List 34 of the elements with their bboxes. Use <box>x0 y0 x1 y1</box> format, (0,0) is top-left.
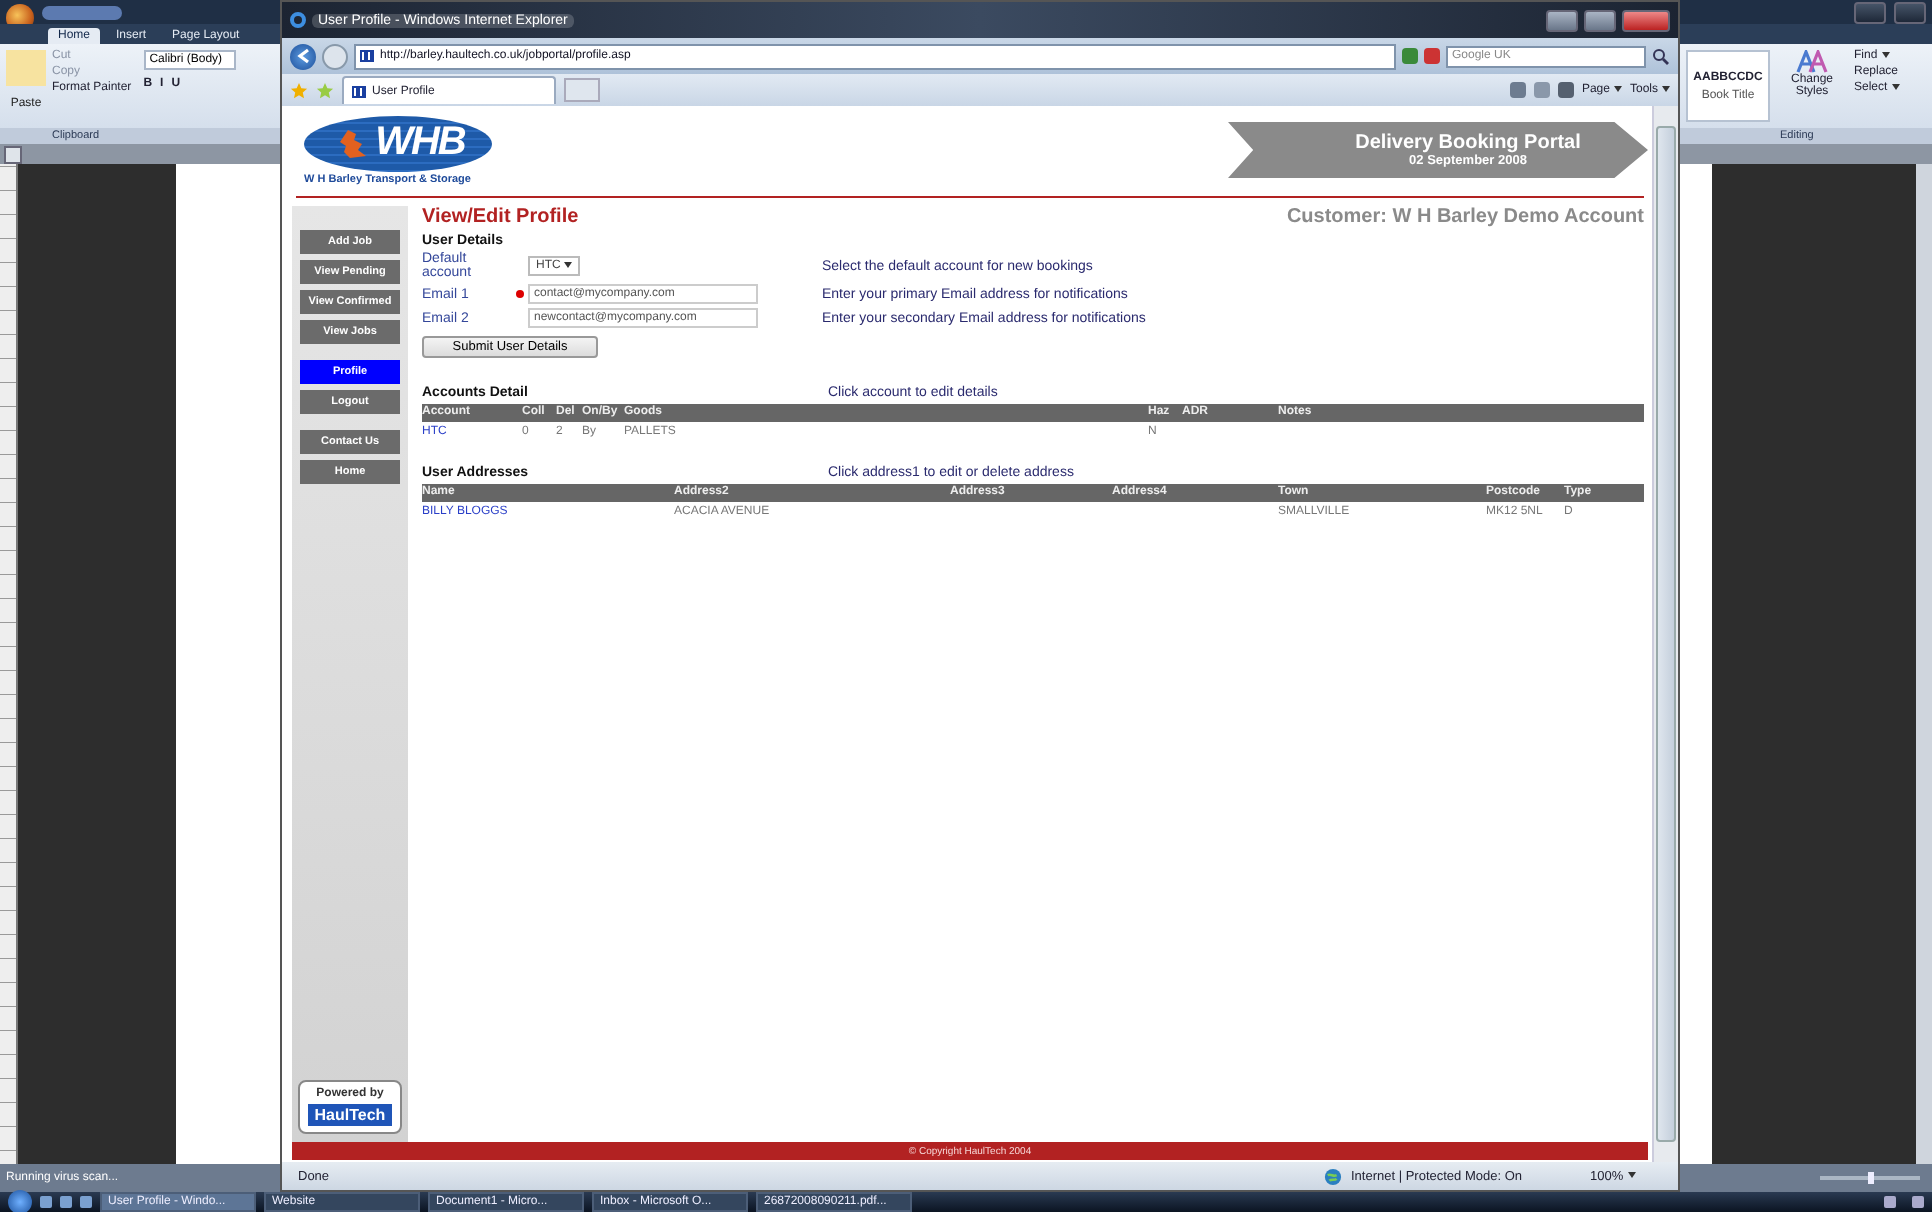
favicon-icon <box>352 85 366 97</box>
caret-icon <box>564 261 573 268</box>
quick-access-toolbar-icon[interactable] <box>42 5 122 19</box>
caret-icon <box>1891 83 1900 90</box>
favicon-icon <box>360 50 374 62</box>
page-heading: View/Edit Profile <box>422 205 579 227</box>
caret-icon <box>1662 85 1670 92</box>
styles-icon <box>1796 50 1828 74</box>
logo-text: WHB <box>375 120 465 166</box>
caret-icon <box>1881 51 1890 58</box>
browser-icon <box>290 12 306 28</box>
system-tray-icon[interactable] <box>1884 1196 1896 1208</box>
forward-button[interactable] <box>322 43 348 69</box>
minimize-icon[interactable] <box>1546 9 1578 31</box>
scrollbar[interactable] <box>1916 164 1932 1164</box>
close-icon[interactable] <box>1622 9 1670 31</box>
scrollbar[interactable] <box>1652 106 1678 1162</box>
maximize-icon[interactable] <box>1584 9 1616 31</box>
zoom-slider-thumb[interactable] <box>1868 1172 1874 1184</box>
start-button[interactable] <box>8 1190 32 1212</box>
caret-icon <box>1627 1172 1636 1179</box>
new-tab-button[interactable] <box>564 78 601 102</box>
banner-title: Delivery Booking Portal <box>1355 132 1581 154</box>
globe-icon <box>1324 1167 1343 1185</box>
customer-name: Customer: W H Barley Demo Account <box>1286 205 1644 227</box>
add-favorite-icon[interactable] <box>316 81 334 99</box>
search-icon[interactable] <box>1652 47 1670 65</box>
scroll-thumb[interactable] <box>1656 126 1676 1142</box>
system-tray-icon[interactable] <box>1912 1196 1924 1208</box>
brand-label: HaulTech <box>308 1104 392 1126</box>
star-icon[interactable] <box>290 81 308 99</box>
ruler-icon[interactable] <box>4 145 22 163</box>
back-button[interactable] <box>290 43 316 69</box>
caret-icon <box>1613 85 1622 92</box>
